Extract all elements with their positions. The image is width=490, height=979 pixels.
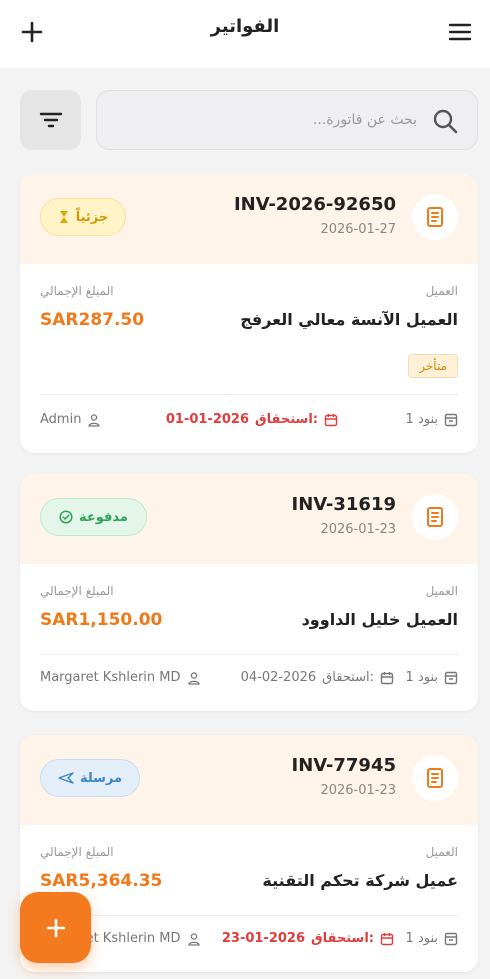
total-label: المبلغ الإجمالي: [40, 845, 114, 859]
invoice-amount: SAR5,364.35: [40, 871, 163, 891]
due-date: 01-01-2026 استحقاق:: [166, 412, 338, 427]
status-badge: جزئياً: [40, 198, 126, 236]
hamburger-menu-icon: [448, 23, 472, 41]
plus-icon: [46, 918, 65, 937]
invoice-card-header: INV-77945 2026-01-23 مرسلة: [20, 735, 478, 825]
divider: [40, 394, 458, 395]
archive-box-icon: [444, 413, 458, 426]
due-date-prefix: استحقاق:: [322, 670, 374, 685]
client-name: العميل الآنسة معالي العرفج: [240, 310, 458, 329]
send-icon: [58, 772, 74, 784]
invoice-date: 2026-01-23: [320, 522, 396, 537]
status-label: مرسلة: [79, 770, 123, 786]
client-label: العميل: [425, 845, 458, 859]
archive-box-icon: [444, 671, 458, 684]
page-title: الفواتير: [210, 16, 280, 37]
user-icon: [187, 932, 200, 946]
search-icon[interactable]: [431, 107, 459, 135]
receipt-icon: [412, 755, 458, 801]
created-by: Margaret Kshlerin MD: [40, 670, 201, 685]
invoice-card-header: INV-31619 2026-01-23 مدفوعة: [20, 474, 478, 564]
search-input[interactable]: [127, 105, 417, 135]
receipt-icon: [412, 194, 458, 240]
add-invoice-fab[interactable]: [20, 892, 91, 963]
status-label: جزئياً: [75, 209, 109, 225]
due-date-value: 01-01-2026: [165, 412, 250, 427]
invoice-card-body: العميل المبلغ الإجمالي العميل خليل الداو…: [20, 564, 478, 711]
invoice-card[interactable]: INV-2026-92650 2026-01-27 جزئياً العميل …: [20, 174, 478, 453]
invoice-number: INV-77945: [291, 755, 396, 776]
due-date-prefix: استحقاق:: [311, 931, 374, 946]
archive-box-icon: [444, 932, 458, 945]
items-count-text: 1 بنود: [405, 412, 438, 427]
user-icon: [187, 671, 200, 685]
invoice-date: 2026-01-23: [320, 783, 396, 798]
divider: [40, 915, 458, 916]
items-count-text: 1 بنود: [405, 670, 438, 685]
due-date: 04-02-2026 استحقاق:: [241, 670, 394, 685]
status-badge: مرسلة: [40, 759, 140, 797]
user-icon: [88, 413, 101, 427]
items-count: 1 بنود: [406, 931, 458, 946]
due-date-value: 23-01-2026: [221, 931, 306, 946]
client-name: عميل شركة تحكم التقنية: [262, 871, 458, 890]
menu-button[interactable]: [446, 18, 474, 46]
invoice-number: INV-31619: [291, 494, 396, 515]
status-badge: مدفوعة: [40, 498, 147, 536]
search-bar: [96, 90, 478, 150]
total-label: المبلغ الإجمالي: [40, 584, 114, 598]
invoice-card[interactable]: INV-31619 2026-01-23 مدفوعة العميل المبل…: [20, 474, 478, 711]
overdue-tag: متأخر: [408, 354, 458, 378]
invoice-date: 2026-01-27: [320, 222, 396, 237]
invoice-number: INV-2026-92650: [233, 194, 396, 215]
created-by-name: Admin: [40, 412, 82, 427]
filter-icon: [39, 112, 62, 128]
calendar-icon: [324, 413, 338, 426]
items-count-text: 1 بنود: [405, 931, 438, 946]
invoice-amount: SAR1,150.00: [40, 610, 163, 630]
client-label: العميل: [425, 284, 458, 298]
due-date-value: 04-02-2026: [240, 670, 317, 685]
items-count: 1 بنود: [406, 670, 458, 685]
invoice-card-header: INV-2026-92650 2026-01-27 جزئياً: [20, 174, 478, 264]
created-by-name: Margaret Kshlerin MD: [40, 670, 181, 685]
client-label: العميل: [425, 584, 458, 598]
divider: [40, 654, 458, 655]
app-header: الفواتير: [0, 0, 490, 68]
invoice-amount: SAR287.50: [40, 310, 145, 330]
hourglass-icon: [59, 211, 68, 223]
total-label: المبلغ الإجمالي: [40, 284, 114, 298]
receipt-icon: [412, 494, 458, 540]
items-count: 1 بنود: [406, 412, 458, 427]
client-name: العميل خليل الداوود: [301, 610, 458, 629]
calendar-icon: [380, 932, 394, 945]
created-by: Admin: [40, 412, 101, 427]
calendar-icon: [380, 671, 394, 684]
status-label: مدفوعة: [79, 509, 128, 525]
filter-button[interactable]: [20, 90, 81, 150]
due-date-prefix: استحقاق:: [255, 412, 318, 427]
invoice-card-body: العميل المبلغ الإجمالي العميل الآنسة معا…: [20, 264, 478, 453]
check-circle-icon: [59, 510, 73, 524]
due-date: 23-01-2026 استحقاق:: [222, 931, 394, 946]
